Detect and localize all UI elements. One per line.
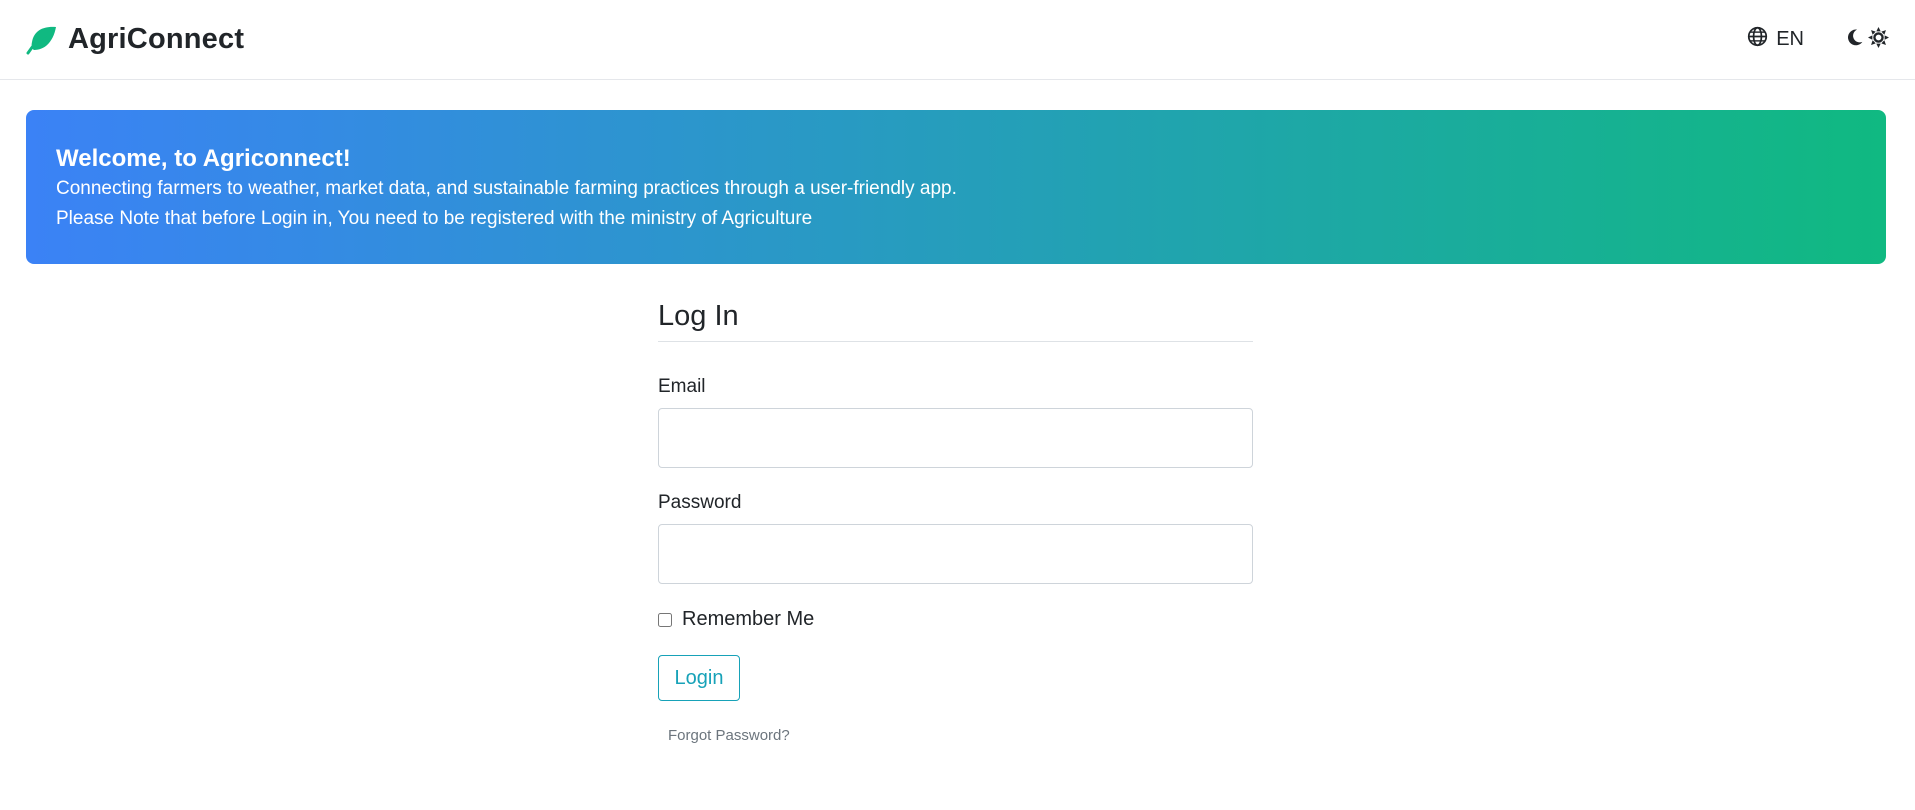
email-field[interactable] bbox=[658, 408, 1253, 468]
email-label: Email bbox=[658, 376, 706, 397]
language-selector[interactable]: EN bbox=[1747, 26, 1804, 53]
forgot-password-link[interactable]: Forgot Password? bbox=[668, 727, 1253, 744]
login-form: Log In Email Password Remember Me Login … bbox=[658, 295, 1253, 744]
login-button[interactable]: Login bbox=[658, 655, 740, 701]
password-label: Password bbox=[658, 492, 742, 513]
welcome-title: Welcome, to Agriconnect! bbox=[56, 145, 351, 172]
leaf-icon bbox=[26, 25, 58, 55]
theme-toggle[interactable] bbox=[1844, 26, 1889, 53]
password-field[interactable] bbox=[658, 524, 1253, 584]
top-navbar: AgriConnect EN bbox=[0, 0, 1915, 80]
login-title: Log In bbox=[658, 295, 1253, 342]
language-label: EN bbox=[1776, 28, 1804, 50]
globe-icon bbox=[1747, 26, 1768, 53]
moon-icon bbox=[1844, 27, 1865, 53]
welcome-banner: Welcome, to Agriconnect! Connecting farm… bbox=[26, 110, 1886, 264]
brand-name: AgriConnect bbox=[68, 23, 245, 55]
remember-me-checkbox[interactable] bbox=[658, 612, 672, 627]
sun-icon bbox=[1868, 26, 1889, 53]
welcome-description: Connecting farmers to weather, market da… bbox=[56, 178, 957, 199]
remember-me-row: Remember Me bbox=[658, 608, 1253, 631]
registration-notice: Please Note that before Login in, You ne… bbox=[56, 208, 813, 229]
remember-me-label: Remember Me bbox=[682, 608, 815, 630]
brand-logo-link[interactable]: AgriConnect bbox=[26, 23, 244, 56]
